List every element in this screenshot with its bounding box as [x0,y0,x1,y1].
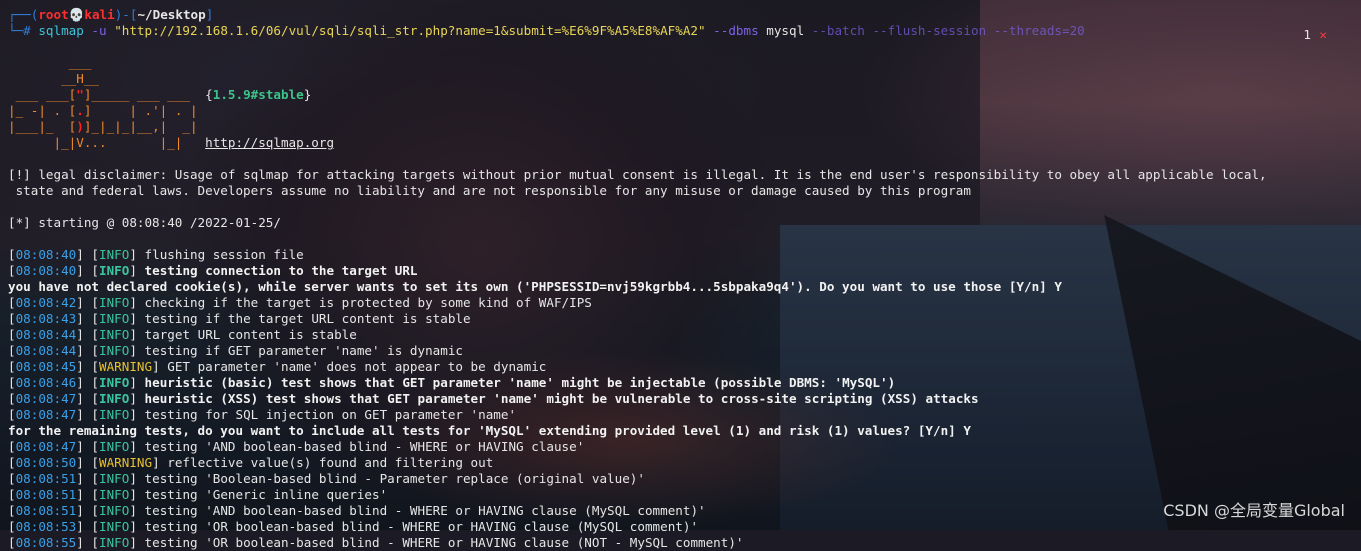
prompt-user: root [38,7,69,22]
log-timestamp: 08:08:51 [15,471,77,486]
csdn-watermark: CSDN @全局变量Global [1163,501,1345,520]
log-message: testing 'OR boolean-based blind - WHERE … [144,519,699,534]
log-message: testing 'Generic inline queries' [144,487,388,502]
log-timestamp: 08:08:55 [15,535,77,550]
log-output: [08:08:40] [INFO] flushing session file[… [8,247,1361,551]
log-line: [08:08:43] [INFO] testing if the target … [8,311,471,326]
starting-line: [*] starting @ 08:08:40 /2022-01-25/ [8,215,281,230]
log-level-badge: INFO [99,247,130,262]
log-timestamp: 08:08:50 [15,455,77,470]
disclaimer-line-1: [!] legal disclaimer: Usage of sqlmap fo… [8,167,1267,182]
log-line: [08:08:42] [INFO] checking if the target… [8,295,592,310]
log-timestamp: 08:08:47 [15,391,77,406]
log-timestamp: 08:08:51 [15,487,77,502]
log-level-badge: INFO [99,407,130,422]
exit-status-count: 1 [1303,27,1311,42]
log-timestamp: 08:08:45 [15,359,77,374]
log-timestamp: 08:08:40 [15,263,77,278]
log-line: [08:08:46] [INFO] heuristic (basic) test… [8,375,896,390]
log-line: [08:08:40] [INFO] flushing session file [8,247,304,262]
log-message: testing if GET parameter 'name' is dynam… [144,343,463,358]
log-level-badge: WARNING [99,359,153,374]
log-timestamp: 08:08:46 [15,375,77,390]
log-level-badge: INFO [99,471,130,486]
log-message: testing 'Boolean-based blind - Parameter… [144,471,645,486]
log-message: testing 'OR boolean-based blind - WHERE … [144,535,744,550]
log-timestamp: 08:08:43 [15,311,77,326]
log-level-badge: INFO [99,519,130,534]
log-timestamp: 08:08:51 [15,503,77,518]
log-timestamp: 08:08:42 [15,295,77,310]
log-line: [08:08:50] [WARNING] reflective value(s)… [8,455,494,470]
log-level-badge: INFO [99,375,130,390]
log-level-badge: INFO [99,487,130,502]
log-message: testing if the target URL content is sta… [144,311,471,326]
log-message: heuristic (basic) test shows that GET pa… [144,375,896,390]
log-level-badge: INFO [99,535,130,550]
version-label: 1.5.9#stable [212,87,304,102]
log-level-badge: WARNING [99,455,153,470]
log-message: heuristic (XSS) test shows that GET para… [144,391,979,406]
log-line: [08:08:47] [INFO] testing 'AND boolean-b… [8,439,585,454]
log-line: [08:08:44] [INFO] testing if GET paramet… [8,343,463,358]
log-line: [08:08:47] [INFO] testing for SQL inject… [8,407,517,422]
command-name: sqlmap [38,23,84,38]
log-line: [08:08:51] [INFO] testing 'AND boolean-b… [8,503,706,518]
log-line: [08:08:45] [WARNING] GET parameter 'name… [8,359,547,374]
sqlmap-banner: ___ __H__ ___ ___["]_____ ___ ___ {1.5.9… [8,55,335,150]
prompt-line: ┌──(root💀kali)-[~/Desktop] [8,7,214,22]
log-level-badge: INFO [99,263,130,278]
log-line: [08:08:51] [INFO] testing 'Generic inlin… [8,487,388,502]
log-level-badge: INFO [99,311,130,326]
log-line: [08:08:51] [INFO] testing 'Boolean-based… [8,471,645,486]
target-url: "http://192.168.1.6/06/vul/sqli/sqli_str… [114,23,706,38]
log-level-badge: INFO [99,503,130,518]
prompt-cwd: ~/Desktop [137,7,206,22]
log-line: [08:08:47] [INFO] heuristic (XSS) test s… [8,391,979,406]
log-level-badge: INFO [99,327,130,342]
log-level-badge: INFO [99,343,130,358]
log-timestamp: 08:08:44 [15,343,77,358]
log-message: testing for SQL injection on GET paramet… [144,407,517,422]
log-line: [08:08:44] [INFO] target URL content is … [8,327,357,342]
log-message: flushing session file [144,247,304,262]
log-level-badge: INFO [99,295,130,310]
log-message: target URL content is stable [144,327,357,342]
log-line: [08:08:55] [INFO] testing 'OR boolean-ba… [8,535,744,550]
prompt-host: kali [84,7,115,22]
disclaimer-line-2: state and federal laws. Developers assum… [8,183,971,198]
log-message: testing connection to the target URL [144,263,418,278]
log-timestamp: 08:08:47 [15,407,77,422]
command-line[interactable]: └─# sqlmap -u "http://192.168.1.6/06/vul… [8,23,1361,39]
log-message: GET parameter 'name' does not appear to … [167,359,547,374]
log-timestamp: 08:08:40 [15,247,77,262]
log-level-badge: INFO [99,391,130,406]
skull-icon: 💀 [68,7,85,22]
log-message: testing 'AND boolean-based blind - WHERE… [144,503,706,518]
log-message: reflective value(s) found and filtering … [167,455,494,470]
terminal-output[interactable]: ┌──(root💀kali)-[~/Desktop] └─# sqlmap -u… [8,7,1361,550]
sqlmap-link[interactable]: http://sqlmap.org [205,135,334,150]
log-level-badge: INFO [99,439,130,454]
log-message: checking if the target is protected by s… [144,295,592,310]
log-timestamp: 08:08:53 [15,519,77,534]
log-line: [08:08:53] [INFO] testing 'OR boolean-ba… [8,519,699,534]
log-message: testing 'AND boolean-based blind - WHERE… [144,439,585,454]
log-line: you have not declared cookie(s), while s… [8,279,1062,294]
log-line: [08:08:40] [INFO] testing connection to … [8,263,418,278]
error-x-icon: ✕ [1319,27,1327,42]
log-line: for the remaining tests, do you want to … [8,423,971,438]
log-timestamp: 08:08:44 [15,327,77,342]
log-timestamp: 08:08:47 [15,439,77,454]
